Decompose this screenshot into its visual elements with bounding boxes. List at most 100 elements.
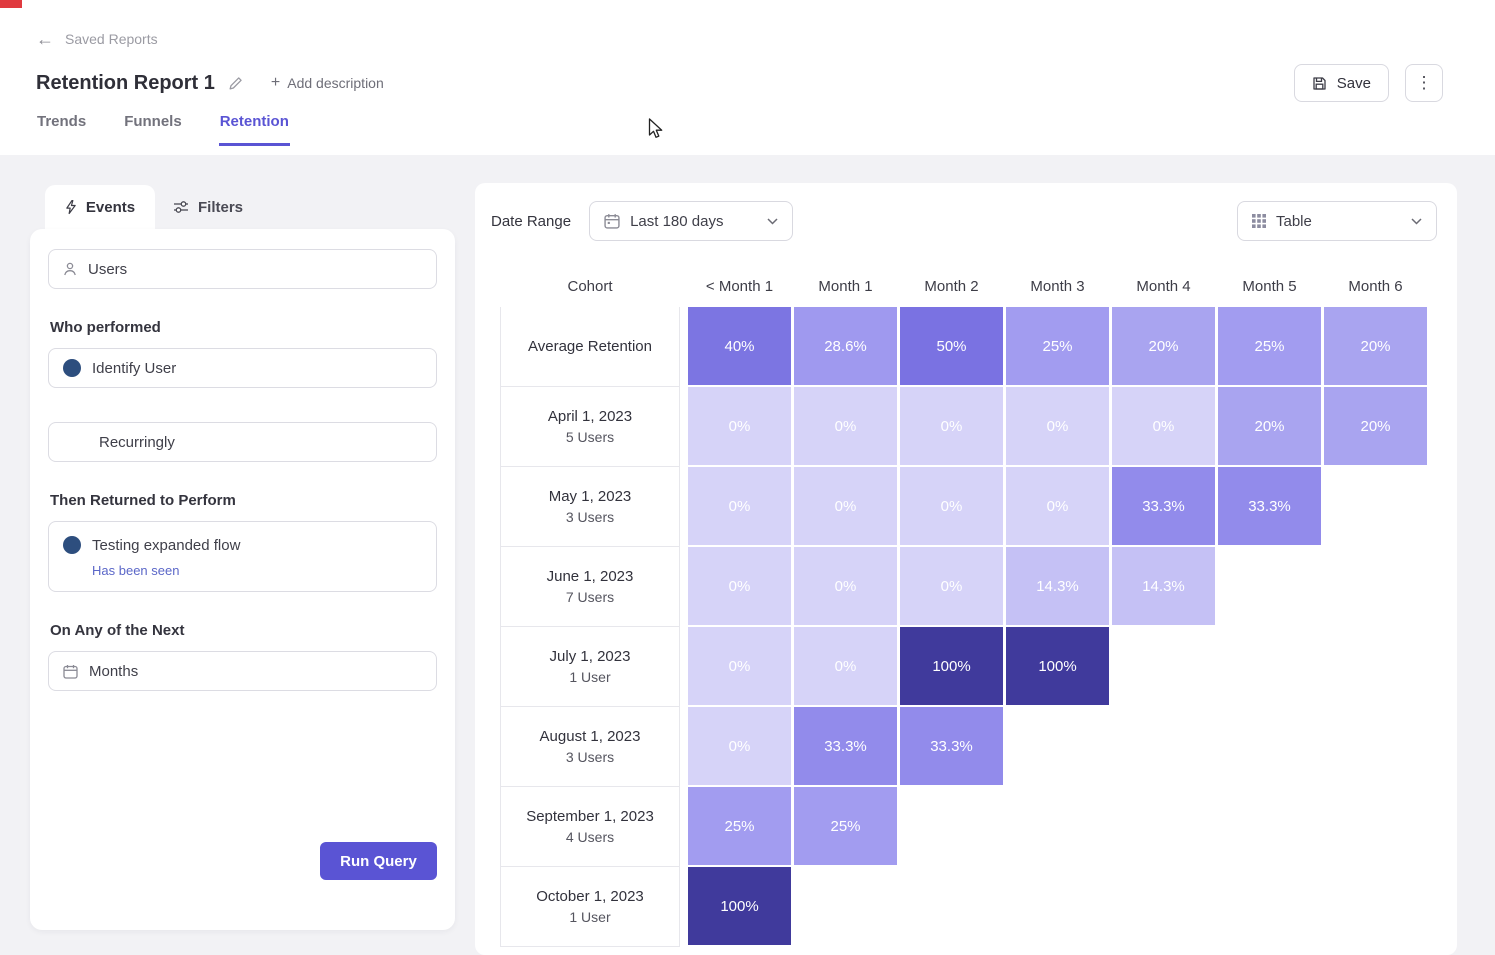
retention-cell[interactable]: 0%	[688, 387, 791, 465]
retention-cell[interactable]: 20%	[1112, 307, 1215, 385]
edit-title-button[interactable]	[228, 76, 243, 91]
retention-cell[interactable]: 25%	[794, 787, 897, 865]
cohort-cell: June 1, 20237 Users	[500, 547, 680, 627]
save-icon	[1312, 76, 1327, 91]
retention-cell[interactable]: 20%	[1324, 387, 1427, 465]
retention-cell[interactable]: 0%	[688, 547, 791, 625]
retention-cell[interactable]: 0%	[794, 467, 897, 545]
top-bar: ← Saved Reports Retention Report 1 + Add…	[0, 0, 1495, 155]
retention-cell[interactable]: 0%	[688, 467, 791, 545]
tab-retention[interactable]: Retention	[219, 113, 290, 146]
tab-funnels[interactable]: Funnels	[123, 113, 183, 146]
column-header: Month 6	[1324, 278, 1427, 295]
retention-cell[interactable]: 0%	[900, 547, 1003, 625]
retention-cell[interactable]: 33.3%	[794, 707, 897, 785]
report-card: Date Range Last 180 days Table	[475, 183, 1457, 955]
retention-cell[interactable]: 14.3%	[1006, 547, 1109, 625]
retention-cell[interactable]: 0%	[688, 627, 791, 705]
cohort-cell: April 1, 2023 5 Users	[500, 387, 680, 467]
chevron-down-icon	[767, 218, 778, 225]
back-arrow-icon: ←	[36, 30, 54, 48]
retention-cell[interactable]: 25%	[1006, 307, 1109, 385]
retention-cell[interactable]: 0%	[794, 387, 897, 465]
retention-row: May 1, 20233 Users0%0%0%0%33.3%33.3%	[500, 467, 1457, 547]
column-header: Month 5	[1218, 278, 1321, 295]
run-query-button[interactable]: Run Query	[320, 842, 437, 880]
cohort-title: September 1, 2023	[526, 808, 654, 825]
retention-cell[interactable]: 100%	[688, 867, 791, 945]
retention-row: Average Retention40%28.6%50%25%20%25%20%	[500, 307, 1457, 387]
retention-cell[interactable]: 20%	[1324, 307, 1427, 385]
retention-cell[interactable]: 100%	[900, 627, 1003, 705]
retention-row: October 1, 20231 User100%	[500, 867, 1457, 947]
tab-events-label: Events	[86, 199, 135, 216]
calendar-icon	[604, 213, 620, 229]
save-button[interactable]: Save	[1294, 64, 1389, 102]
cohort-user-count: 5 Users	[566, 429, 614, 445]
then-returned-label: Then Returned to Perform	[50, 492, 437, 509]
cohort-cell: August 1, 2023 3 Users	[500, 707, 680, 787]
kebab-icon: ⋮	[1416, 73, 1433, 93]
save-label: Save	[1337, 75, 1371, 92]
on-any-next-label: On Any of the Next	[50, 622, 437, 639]
retention-cell[interactable]: 25%	[1218, 307, 1321, 385]
saved-reports-back[interactable]: ← Saved Reports	[36, 30, 158, 48]
retention-cell[interactable]: 14.3%	[1112, 547, 1215, 625]
event-dot-icon	[63, 536, 81, 554]
recurringly-value: Recurringly	[99, 434, 175, 451]
retention-cell[interactable]: 33.3%	[1218, 467, 1321, 545]
date-range-dropdown[interactable]: Last 180 days	[589, 201, 793, 241]
column-header: Month 3	[1006, 278, 1109, 295]
retention-cell[interactable]: 25%	[688, 787, 791, 865]
tab-filters[interactable]: Filters	[155, 185, 261, 229]
retention-cell[interactable]: 100%	[1006, 627, 1109, 705]
date-range-value: Last 180 days	[630, 213, 723, 230]
tab-events[interactable]: Events	[45, 185, 155, 229]
retention-cell[interactable]: 0%	[900, 387, 1003, 465]
view-type-value: Table	[1276, 213, 1312, 230]
retention-cell[interactable]: 33.3%	[900, 707, 1003, 785]
more-options-button[interactable]: ⋮	[1405, 64, 1443, 102]
cohort-user-count: 1 User	[569, 909, 610, 925]
cohort-title: May 1, 2023	[549, 488, 632, 505]
plus-icon: +	[271, 74, 280, 92]
column-header: Month 4	[1112, 278, 1215, 295]
tab-trends[interactable]: Trends	[36, 113, 87, 146]
months-selector[interactable]: Months	[48, 651, 437, 691]
retention-cell[interactable]: 20%	[1218, 387, 1321, 465]
identify-user-selector[interactable]: Identify User	[48, 348, 437, 388]
title-row: Retention Report 1 + Add description Sav…	[36, 64, 1443, 102]
retention-cell[interactable]: 0%	[900, 467, 1003, 545]
retention-row: August 1, 20233 Users0%33.3%33.3%	[500, 707, 1457, 787]
retention-cell[interactable]: 33.3%	[1112, 467, 1215, 545]
recurringly-selector[interactable]: Recurringly	[48, 422, 437, 462]
lightning-icon	[65, 199, 77, 215]
report-toolbar: Date Range Last 180 days Table	[475, 183, 1457, 251]
cohort-title: April 1, 2023	[548, 408, 632, 425]
view-type-dropdown[interactable]: Table	[1237, 201, 1437, 241]
retention-cell[interactable]: 0%	[794, 547, 897, 625]
cohort-cell: July 1, 20231 User	[500, 627, 680, 707]
retention-cell[interactable]: 0%	[1006, 467, 1109, 545]
add-description-button[interactable]: + Add description	[271, 74, 384, 92]
retention-cell[interactable]: 40%	[688, 307, 791, 385]
screen-recording-indicator	[0, 0, 22, 8]
users-selector[interactable]: Users	[48, 249, 437, 289]
cohort-cell: September 1, 2023 4 Users	[500, 787, 680, 867]
retention-cell[interactable]: 0%	[1112, 387, 1215, 465]
retention-cell[interactable]: 0%	[688, 707, 791, 785]
cohort-user-count: 3 Users	[566, 749, 614, 765]
retention-cell[interactable]: 50%	[900, 307, 1003, 385]
cohort-user-count: 4 Users	[566, 829, 614, 845]
column-header: < Month 1	[688, 278, 791, 295]
cohort-title: August 1, 2023	[540, 728, 641, 745]
cohort-user-count: 7 Users	[566, 589, 614, 605]
retention-cell[interactable]: 0%	[1006, 387, 1109, 465]
has-been-seen-link[interactable]: Has been seen	[92, 563, 179, 578]
retention-cell[interactable]: 0%	[794, 627, 897, 705]
page-title: Retention Report 1	[36, 72, 215, 95]
return-event-selector[interactable]: Testing expanded flow Has been seen	[48, 521, 437, 592]
retention-cell[interactable]: 28.6%	[794, 307, 897, 385]
column-header-cohort: Cohort	[500, 278, 680, 295]
report-type-tabs: Trends Funnels Retention	[36, 113, 290, 146]
